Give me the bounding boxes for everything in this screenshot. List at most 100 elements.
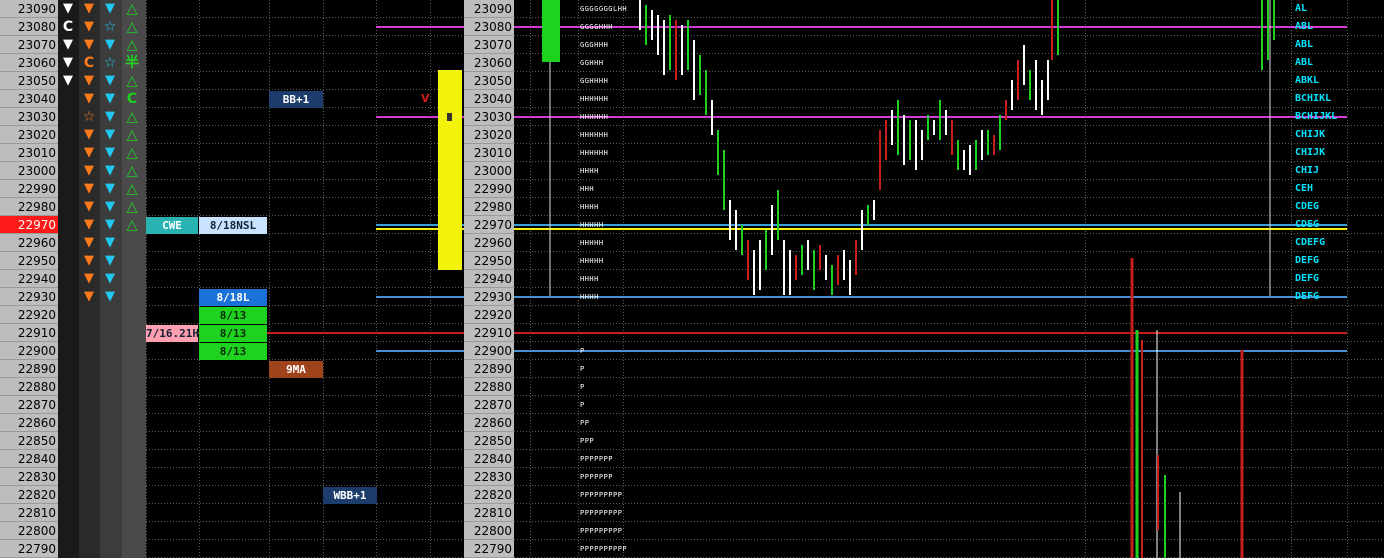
triangle-down-icon: ▼ [105,181,115,196]
price-cell[interactable]: 22870 [464,396,514,414]
tpo-row: PPPPPPP [580,455,614,463]
triangle-up-icon: △ [126,73,138,89]
price-cell[interactable]: 23060 [0,54,58,72]
price-cell[interactable]: 23090 [464,0,514,18]
level-tag[interactable]: BB+1 [269,91,323,108]
price-cell[interactable]: 22980 [464,198,514,216]
level-tag[interactable]: 7/16.21H [146,325,199,342]
level-tag[interactable]: 8/18L [199,289,267,306]
price-cell[interactable]: 22850 [464,432,514,450]
current-price-cell[interactable]: 22970 [0,216,58,234]
price-cell[interactable]: 22950 [0,252,58,270]
price-cell[interactable]: 22790 [0,540,58,558]
price-cell[interactable]: 22930 [464,288,514,306]
price-cell[interactable]: 22920 [0,306,58,324]
level-tag[interactable]: 8/13 [199,343,267,360]
level-tag[interactable]: 8/18NSL [199,217,267,234]
price-cell[interactable]: 22900 [464,342,514,360]
price-cell[interactable]: 22890 [0,360,58,378]
price-cell[interactable]: 22930 [0,288,58,306]
tpo-row: GGGHHH [580,41,609,49]
price-cell[interactable]: 22940 [464,270,514,288]
price-cell[interactable]: 22840 [464,450,514,468]
tpo-row: P [580,383,585,391]
triangle-down-icon: ▼ [63,1,73,16]
triangle-down-icon: ▼ [105,271,115,286]
price-cell[interactable]: 23020 [464,126,514,144]
profile-letter-label: DEFG [1295,255,1320,266]
level-tag[interactable]: 8/13 [199,325,267,342]
price-cell[interactable]: 23050 [0,72,58,90]
price-cell[interactable]: 23020 [0,126,58,144]
profile-letter-label: ABL [1295,39,1314,50]
marker-label: V [421,92,430,105]
triangle-down-icon: ▼ [105,253,115,268]
price-cell[interactable]: 23070 [0,36,58,54]
price-cell[interactable]: 22860 [464,414,514,432]
level-tag[interactable]: WBB+1 [323,487,377,504]
triangle-up-icon: △ [126,199,138,215]
level-tag[interactable]: CWE [146,217,198,234]
price-cell[interactable]: 22950 [464,252,514,270]
triangle-down-icon: ▼ [63,73,73,88]
price-cell[interactable]: 23090 [0,0,58,18]
price-cell[interactable]: 22920 [464,306,514,324]
price-cell[interactable]: 22820 [464,486,514,504]
price-cell[interactable]: 22910 [464,324,514,342]
price-cell[interactable]: 22840 [0,450,58,468]
price-cell[interactable]: 23040 [0,90,58,108]
price-cell[interactable]: 22810 [0,504,58,522]
price-cell[interactable]: 22860 [0,414,58,432]
triangle-up-icon: △ [126,127,138,143]
price-cell[interactable]: 22900 [0,342,58,360]
price-cell[interactable]: 22890 [464,360,514,378]
price-cell[interactable]: 22870 [0,396,58,414]
price-cell[interactable]: 22800 [464,522,514,540]
price-cell[interactable]: 23050 [464,72,514,90]
price-cell[interactable]: 22850 [0,432,58,450]
tpo-row: HHHH [580,203,599,211]
price-cell[interactable]: 22790 [464,540,514,558]
triangle-up-icon: △ [126,145,138,161]
price-cell[interactable]: 22800 [0,522,58,540]
price-cell[interactable]: 22990 [464,180,514,198]
triangle-down-icon: ▼ [84,91,94,106]
tpo-row: HHHH [580,293,599,301]
price-cell[interactable]: 23080 [0,18,58,36]
level-tag[interactable]: 8/13 [199,307,267,324]
price-cell[interactable]: 22980 [0,198,58,216]
price-cell[interactable]: 22910 [0,324,58,342]
price-cell[interactable]: 23060 [464,54,514,72]
price-cell[interactable]: 22820 [0,486,58,504]
price-cell[interactable]: 23030 [464,108,514,126]
triangle-down-icon: ▼ [84,235,94,250]
triangle-up-icon: △ [126,1,138,17]
price-cell[interactable]: 22880 [0,378,58,396]
price-cell[interactable]: 22830 [0,468,58,486]
price-cell[interactable]: 22830 [464,468,514,486]
value-area-marker [447,113,452,121]
price-cell[interactable]: 23010 [464,144,514,162]
profile-letter-label: DEFG [1295,273,1320,284]
price-cell[interactable]: 22960 [464,234,514,252]
price-cell[interactable]: 22810 [464,504,514,522]
price-cell[interactable]: 23080 [464,18,514,36]
price-cell[interactable]: 23000 [0,162,58,180]
tpo-row: HHHHHH [580,149,609,157]
tpo-row: PPP [580,437,595,445]
level-tag[interactable]: 9MA [269,361,323,378]
profile-letter-label: CDEG [1295,219,1320,230]
tpo-row: HHH [580,185,595,193]
price-cell[interactable]: 22970 [464,216,514,234]
price-cell[interactable]: 22960 [0,234,58,252]
price-cell[interactable]: 23010 [0,144,58,162]
price-cell[interactable]: 23030 [0,108,58,126]
price-cell[interactable]: 22940 [0,270,58,288]
price-cell[interactable]: 23040 [464,90,514,108]
price-cell[interactable]: 22880 [464,378,514,396]
price-cell[interactable]: 22990 [0,180,58,198]
tpo-row: HHHHH [580,239,604,247]
triangle-down-icon: ▼ [105,145,115,160]
price-cell[interactable]: 23070 [464,36,514,54]
price-cell[interactable]: 23000 [464,162,514,180]
